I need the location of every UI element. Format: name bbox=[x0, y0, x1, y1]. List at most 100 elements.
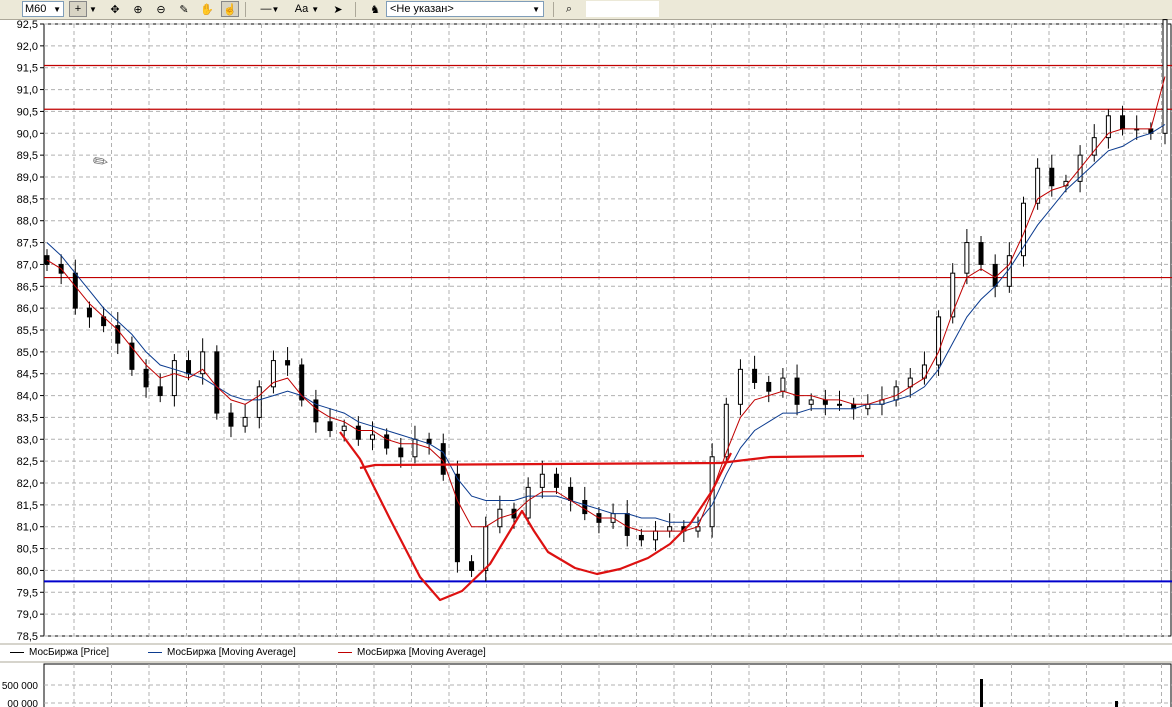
candle-body bbox=[228, 412, 234, 427]
font-button-label: Aa bbox=[294, 3, 309, 15]
candle-body bbox=[384, 434, 390, 449]
candle-body bbox=[369, 434, 375, 440]
zoom-out-icon[interactable]: ⊖ bbox=[152, 1, 170, 17]
candle-body bbox=[285, 360, 291, 366]
crosshair-icon[interactable]: + bbox=[69, 1, 87, 17]
candle-body bbox=[143, 368, 149, 388]
select-icon[interactable]: ☝ bbox=[221, 1, 239, 17]
y-tick-label: 79,5 bbox=[17, 587, 38, 599]
instrument-select[interactable]: <Не указан> ▼ bbox=[386, 1, 544, 17]
chevron-down-icon: ▼ bbox=[532, 4, 540, 14]
y-tick-label: 81,5 bbox=[17, 500, 38, 512]
toolbar-separator bbox=[553, 2, 554, 17]
toolbar-separator bbox=[245, 2, 246, 17]
y-tick-label: 89,0 bbox=[17, 172, 38, 184]
y-tick-label: 89,5 bbox=[17, 150, 38, 162]
y-tick-label: 91,5 bbox=[17, 63, 38, 75]
arrow-icon[interactable]: ➤ bbox=[329, 1, 347, 17]
zoom-in-icon[interactable]: ⊕ bbox=[129, 1, 147, 17]
chevron-down-icon: ▼ bbox=[53, 4, 61, 14]
candle-body bbox=[483, 526, 489, 571]
y-tick-label: 90,0 bbox=[17, 128, 38, 140]
candle-body bbox=[582, 499, 588, 515]
volume-tick-label: 500 000 bbox=[2, 681, 39, 692]
y-tick-label: 90,5 bbox=[17, 106, 38, 118]
candle-body bbox=[440, 443, 446, 475]
candle-body bbox=[638, 534, 644, 541]
legend-label: МосБиржа [Moving Average] bbox=[357, 646, 486, 658]
y-tick-label: 82,0 bbox=[17, 478, 38, 490]
timeframe-value: M60 bbox=[25, 3, 47, 15]
candle-body bbox=[186, 360, 192, 375]
hand-icon[interactable]: ✋ bbox=[198, 1, 216, 17]
font-button[interactable]: Aa ▼ bbox=[290, 1, 324, 17]
volume-tick-label: 00 000 bbox=[7, 699, 38, 707]
y-tick-label: 81,0 bbox=[17, 522, 38, 534]
line-style-icon[interactable]: — ▼ bbox=[252, 1, 288, 17]
legend-swatch bbox=[338, 651, 352, 653]
candle-body bbox=[355, 425, 361, 440]
y-tick-label: 91,0 bbox=[17, 85, 38, 97]
instrument-value: <Не указан> bbox=[390, 3, 454, 15]
y-tick-label: 84,5 bbox=[17, 369, 38, 381]
candle-body bbox=[780, 377, 786, 392]
candle-body bbox=[72, 272, 78, 309]
legend-label: МосБиржа [Price] bbox=[29, 646, 110, 658]
instrument-icon[interactable]: ♞ bbox=[366, 1, 384, 17]
candle-body bbox=[242, 416, 248, 427]
candle-body bbox=[157, 386, 163, 397]
candle-body bbox=[539, 473, 545, 488]
candle-body bbox=[525, 486, 531, 519]
move-icon[interactable]: ✥ bbox=[106, 1, 124, 17]
legend-swatch bbox=[10, 651, 24, 653]
y-tick-label: 85,5 bbox=[17, 325, 38, 337]
legend-label: МосБиржа [Moving Average] bbox=[167, 646, 296, 658]
y-tick-label: 79,0 bbox=[17, 609, 38, 621]
candle-body bbox=[624, 513, 630, 536]
y-tick-label: 92,5 bbox=[17, 19, 38, 31]
timeframe-select[interactable]: M60 ▼ bbox=[22, 1, 64, 17]
volume-bar bbox=[980, 679, 983, 707]
candle-body bbox=[667, 526, 673, 532]
candle-body bbox=[214, 351, 220, 414]
toolbar-separator bbox=[355, 2, 356, 17]
candle-body bbox=[837, 403, 843, 406]
candle-body bbox=[653, 530, 659, 541]
search-icon[interactable]: ⌕ bbox=[560, 1, 578, 17]
y-tick-label: 84,0 bbox=[17, 391, 38, 403]
y-tick-label: 78,5 bbox=[17, 631, 38, 643]
candle-body bbox=[171, 360, 177, 397]
candle-body bbox=[412, 438, 418, 458]
y-tick-label: 88,0 bbox=[17, 216, 38, 228]
candle-body bbox=[794, 377, 800, 405]
legend-item-ma-slow: МосБиржа [Moving Average] bbox=[148, 645, 296, 659]
y-tick-label: 82,5 bbox=[17, 456, 38, 468]
candle-body bbox=[766, 381, 772, 392]
y-tick-label: 86,0 bbox=[17, 303, 38, 315]
search-input[interactable] bbox=[586, 1, 659, 17]
candle-body bbox=[1049, 167, 1055, 187]
candle-body bbox=[950, 272, 956, 318]
candle-body bbox=[256, 386, 262, 418]
y-tick-label: 88,5 bbox=[17, 194, 38, 206]
price-chart[interactable]: 92,5 92,0 91,5 91,0 90,5 90,0 89,5 89,0 88,5 88,0… bbox=[0, 19, 1172, 707]
candle-body bbox=[752, 368, 758, 383]
candle-body bbox=[1120, 115, 1126, 130]
candle-body bbox=[808, 399, 814, 405]
y-tick-label: 80,5 bbox=[17, 544, 38, 556]
y-tick-label: 87,5 bbox=[17, 238, 38, 250]
chevron-down-icon[interactable]: ▼ bbox=[88, 1, 98, 17]
candle-body bbox=[454, 473, 460, 563]
candle-body bbox=[341, 425, 347, 432]
candle-body bbox=[469, 561, 475, 571]
y-tick-label: 87,0 bbox=[17, 259, 38, 271]
candle-body bbox=[327, 421, 333, 432]
candle-body bbox=[568, 486, 574, 501]
ruler-icon[interactable]: ✎ bbox=[175, 1, 193, 17]
candle-body bbox=[86, 307, 92, 318]
candle-body bbox=[44, 255, 50, 265]
candle-body bbox=[1162, 19, 1168, 134]
candle-body bbox=[398, 447, 404, 458]
legend-swatch bbox=[148, 651, 162, 653]
legend-item-ma-fast: МосБиржа [Moving Average] bbox=[338, 645, 486, 659]
